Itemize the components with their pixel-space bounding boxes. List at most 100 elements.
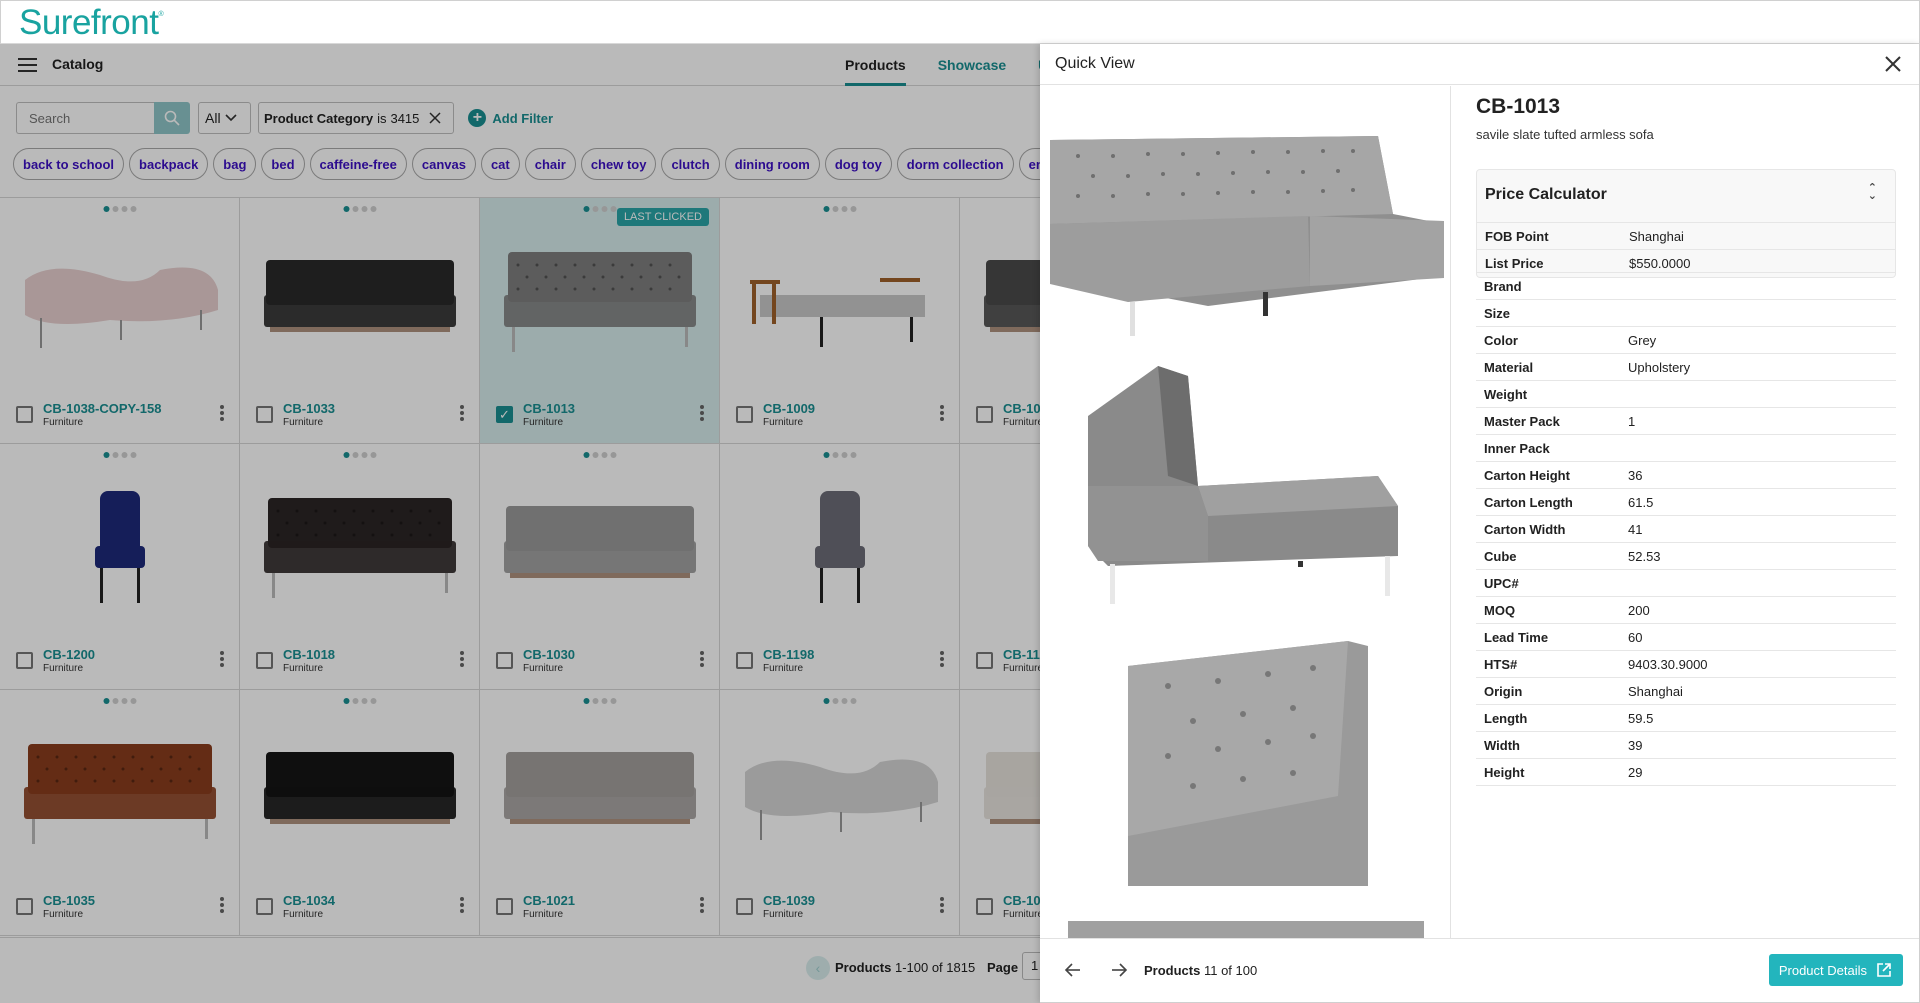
select-checkbox[interactable] (976, 898, 993, 915)
product-card[interactable]: CB-1009 Furniture (720, 198, 960, 444)
close-icon[interactable] (427, 110, 443, 126)
surefront-logo[interactable]: Surefront® (19, 3, 164, 43)
product-sku-link[interactable]: CB-1038-COPY-158 (43, 401, 162, 416)
tag-chip[interactable]: dining room (724, 148, 820, 180)
select-checkbox[interactable] (736, 898, 753, 915)
tag-chip[interactable]: dog toy (824, 148, 892, 180)
more-options-icon[interactable] (220, 405, 224, 421)
image-carousel-dots[interactable] (343, 452, 376, 458)
product-card[interactable]: CB-11 Furniture (960, 444, 1040, 690)
tab-showcase[interactable]: Showcase (938, 44, 1006, 86)
select-checkbox[interactable]: ✓ (496, 406, 513, 423)
more-options-icon[interactable] (940, 651, 944, 667)
product-image-1[interactable] (1048, 106, 1444, 336)
more-options-icon[interactable] (220, 651, 224, 667)
more-options-icon[interactable] (940, 897, 944, 913)
tab-products[interactable]: Products (845, 44, 906, 86)
product-sku-link[interactable]: CB-1018 (283, 647, 335, 662)
image-carousel-dots[interactable] (583, 452, 616, 458)
product-sku-link[interactable]: CB-10 (1003, 401, 1040, 416)
product-card[interactable]: CB-1039 Furniture (720, 690, 960, 936)
product-sku-link[interactable]: CB-11 (1003, 647, 1040, 662)
product-card[interactable]: CB-1033 Furniture (240, 198, 480, 444)
image-carousel-dots[interactable] (823, 452, 856, 458)
more-options-icon[interactable] (460, 405, 464, 421)
tag-chip[interactable]: chew toy (580, 148, 657, 180)
more-options-icon[interactable] (940, 405, 944, 421)
more-options-icon[interactable] (460, 897, 464, 913)
product-sku-link[interactable]: CB-1200 (43, 647, 95, 662)
search-button[interactable] (154, 102, 190, 134)
search-input[interactable] (16, 102, 154, 134)
price-calculator-header[interactable]: Price Calculator ⌃ ⌄ (1477, 170, 1895, 223)
select-checkbox[interactable] (736, 652, 753, 669)
tag-chip[interactable]: bag (213, 148, 257, 180)
more-options-icon[interactable] (220, 897, 224, 913)
expand-collapse-icon[interactable]: ⌃ ⌄ (1868, 183, 1877, 202)
product-card[interactable]: CB-1035 Furniture (0, 690, 240, 936)
add-filter-button[interactable]: + Add Filter (468, 109, 553, 127)
active-filter-chip[interactable]: Product Category is 3415 (258, 102, 455, 134)
product-image-gallery[interactable] (1040, 86, 1451, 938)
tag-chip[interactable]: backpack (129, 148, 209, 180)
image-carousel-dots[interactable] (823, 206, 856, 212)
product-sku-link[interactable]: CB-1021 (523, 893, 575, 908)
more-options-icon[interactable] (700, 897, 704, 913)
image-carousel-dots[interactable] (583, 206, 616, 212)
select-checkbox[interactable] (976, 652, 993, 669)
product-card[interactable]: CB-1034 Furniture (240, 690, 480, 936)
image-carousel-dots[interactable] (103, 698, 136, 704)
arrow-left-icon[interactable] (1064, 961, 1082, 979)
image-carousel-dots[interactable] (103, 452, 136, 458)
select-checkbox[interactable] (256, 898, 273, 915)
product-image-2[interactable] (1048, 356, 1444, 616)
scope-select[interactable]: All (198, 102, 251, 134)
select-checkbox[interactable] (16, 652, 33, 669)
tag-chip[interactable]: cat (480, 148, 520, 180)
previous-page-button[interactable]: ‹ (806, 956, 830, 980)
product-card[interactable]: CB-1198 Furniture (720, 444, 960, 690)
product-sku-link[interactable]: CB-10 (1003, 893, 1040, 908)
image-carousel-dots[interactable] (823, 698, 856, 704)
product-card[interactable]: CB-1200 Furniture (0, 444, 240, 690)
product-card[interactable]: CB-10 Furniture (960, 690, 1040, 936)
product-card[interactable]: CB-1038-COPY-158 Furniture (0, 198, 240, 444)
select-checkbox[interactable] (976, 406, 993, 423)
more-options-icon[interactable] (700, 651, 704, 667)
select-checkbox[interactable] (256, 652, 273, 669)
tag-chip[interactable]: energy d (1018, 148, 1040, 180)
image-carousel-dots[interactable] (343, 206, 376, 212)
product-sku-link[interactable]: CB-1035 (43, 893, 95, 908)
image-carousel-dots[interactable] (103, 206, 136, 212)
product-card[interactable]: LAST CLICKED ✓ CB-1013 Furniture (480, 198, 720, 444)
menu-icon[interactable] (18, 58, 37, 72)
product-sku-link[interactable]: CB-1033 (283, 401, 335, 416)
product-card[interactable]: CB-10 Furniture (960, 198, 1040, 444)
product-sku-link[interactable]: CB-1030 (523, 647, 575, 662)
product-sku-link[interactable]: CB-1039 (763, 893, 815, 908)
tag-chip[interactable]: canvas (411, 148, 476, 180)
product-sku-link[interactable]: CB-1009 (763, 401, 815, 416)
product-image-3[interactable] (1048, 636, 1444, 886)
product-card[interactable]: CB-1030 Furniture (480, 444, 720, 690)
select-checkbox[interactable] (496, 898, 513, 915)
tag-chip[interactable]: bed (261, 148, 305, 180)
tag-chip[interactable]: clutch (661, 148, 720, 180)
select-checkbox[interactable] (256, 406, 273, 423)
tag-chip[interactable]: dorm collection (896, 148, 1014, 180)
product-card[interactable]: CB-1021 Furniture (480, 690, 720, 936)
product-card[interactable]: CB-1018 Furniture (240, 444, 480, 690)
more-options-icon[interactable] (700, 405, 704, 421)
product-image-4[interactable] (1048, 916, 1444, 938)
select-checkbox[interactable] (496, 652, 513, 669)
select-checkbox[interactable] (736, 406, 753, 423)
product-sku-link[interactable]: CB-1013 (523, 401, 575, 416)
product-sku-link[interactable]: CB-1034 (283, 893, 335, 908)
close-icon[interactable] (1883, 54, 1903, 74)
image-carousel-dots[interactable] (583, 698, 616, 704)
arrow-right-icon[interactable] (1110, 961, 1128, 979)
image-carousel-dots[interactable] (343, 698, 376, 704)
select-checkbox[interactable] (16, 898, 33, 915)
select-checkbox[interactable] (16, 406, 33, 423)
tag-chip[interactable]: back to school (13, 148, 125, 180)
